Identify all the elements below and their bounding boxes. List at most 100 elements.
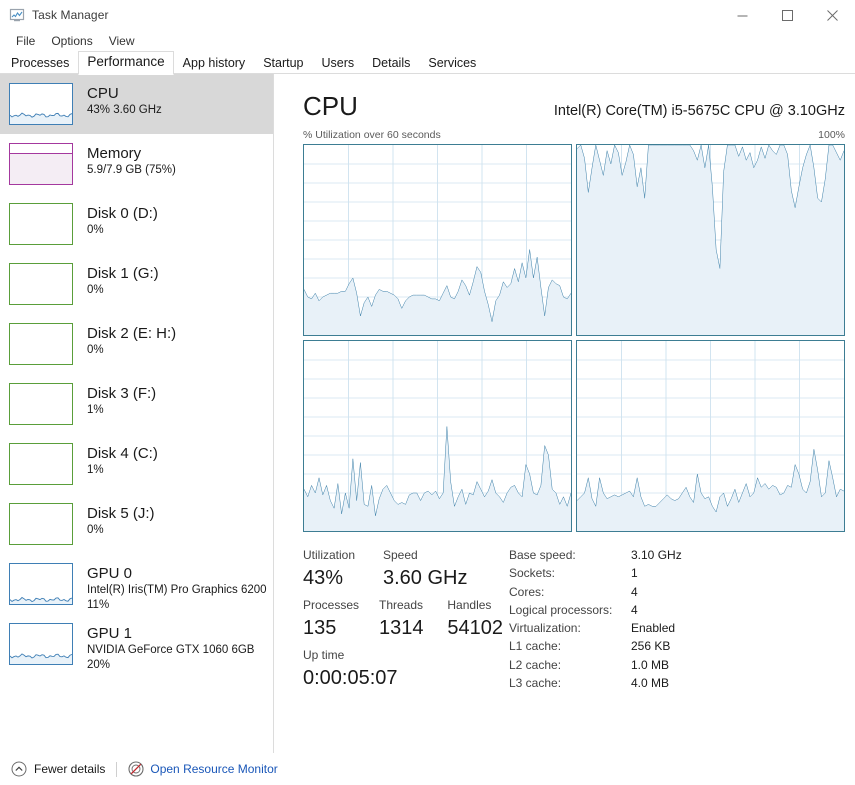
spec-label: Cores: xyxy=(509,584,545,599)
menu-item-view[interactable]: View xyxy=(101,32,143,50)
sidebar-item-value: 11% xyxy=(87,599,110,611)
sidebar-item-subtitle: Intel(R) Iris(TM) Pro Graphics 6200 xyxy=(87,584,267,596)
sidebar-item-title: CPU xyxy=(87,85,119,102)
stat-threads-value: 1314 xyxy=(378,617,424,639)
sidebar-thumbnail xyxy=(9,203,73,245)
cpu-graph-grid xyxy=(303,144,845,532)
spec-row: L2 cache: 1.0 MB xyxy=(509,656,682,674)
tab-strip: Processes Performance App history Startu… xyxy=(0,51,855,75)
window-title: Task Manager xyxy=(32,8,109,22)
sidebar-item-title: Disk 2 (E: H:) xyxy=(87,325,177,342)
stat-utilization-value: 43% xyxy=(303,567,344,589)
cpu-model-label: Intel(R) Core(TM) i5-5675C CPU @ 3.10GHz xyxy=(553,103,845,119)
tab-startup[interactable]: Startup xyxy=(254,53,312,74)
graph-axis-labels: % Utilization over 60 seconds 100% xyxy=(303,129,845,141)
menu-item-file[interactable]: File xyxy=(8,32,43,50)
page-title: CPU xyxy=(303,91,358,121)
graph-y-max-label: 100% xyxy=(818,129,845,141)
cpu-stats: Utilization 43% Speed 3.60 GHz Processes… xyxy=(303,546,845,696)
spec-label: L1 cache: xyxy=(509,639,562,654)
spec-row: Base speed: 3.10 GHz xyxy=(509,546,682,564)
sidebar-item-subtitle: 0% xyxy=(87,284,104,296)
stat-uptime-value: 0:00:05:07 xyxy=(303,667,398,689)
spec-label: L2 cache: xyxy=(509,657,562,672)
sidebar-item-title: Memory xyxy=(87,145,142,162)
sidebar-item-disk-4-c[interactable]: Disk 4 (C:) 1% xyxy=(0,434,273,494)
spec-value: Enabled xyxy=(631,621,676,636)
stat-processes: Processes 135 xyxy=(303,596,379,646)
sidebar-thumbnail xyxy=(9,503,73,545)
stat-handles: Handles 54102 xyxy=(447,596,503,646)
sidebar-thumbnail xyxy=(9,383,73,425)
maximize-icon[interactable] xyxy=(765,0,810,30)
tab-users[interactable]: Users xyxy=(313,53,364,74)
spec-row: Logical processors: 4 xyxy=(509,601,682,619)
spec-label: Logical processors: xyxy=(509,602,613,617)
spec-row: Virtualization: Enabled xyxy=(509,619,682,637)
sidebar-item-disk-3-f[interactable]: Disk 3 (F:) 1% xyxy=(0,374,273,434)
sidebar-item-disk-5-j[interactable]: Disk 5 (J:) 0% xyxy=(0,494,273,554)
sidebar-item-title: Disk 5 (J:) xyxy=(87,505,155,522)
sidebar-item-subtitle: NVIDIA GeForce GTX 1060 6GB xyxy=(87,644,255,656)
sidebar-item-subtitle: 1% xyxy=(87,464,104,476)
cpu-detail-panel: CPU Intel(R) Core(TM) i5-5675C CPU @ 3.1… xyxy=(274,74,855,753)
stat-speed-value: 3.60 GHz xyxy=(383,567,468,589)
sidebar-item-memory[interactable]: Memory 5.9/7.9 GB (75%) xyxy=(0,134,273,194)
spec-value: 4 xyxy=(631,602,638,617)
sidebar-item-subtitle: 5.9/7.9 GB (75%) xyxy=(87,164,176,176)
stat-processes-value: 135 xyxy=(303,617,337,639)
spec-value: 4.0 MB xyxy=(631,676,670,691)
open-resource-monitor-link[interactable]: Open Resource Monitor xyxy=(128,761,278,777)
tab-app-history[interactable]: App history xyxy=(174,53,255,74)
cpu-core-graph-1 xyxy=(576,144,845,336)
sidebar-item-disk-1-g[interactable]: Disk 1 (G:) 0% xyxy=(0,254,273,314)
sidebar-item-gpu-0[interactable]: GPU 0 Intel(R) Iris(TM) Pro Graphics 6200… xyxy=(0,554,273,614)
sidebar-thumbnail xyxy=(9,143,73,185)
sidebar-item-disk-2-e-h[interactable]: Disk 2 (E: H:) 0% xyxy=(0,314,273,374)
tab-processes[interactable]: Processes xyxy=(2,53,78,74)
sidebar-item-value: 20% xyxy=(87,659,111,671)
stat-handles-label: Handles xyxy=(447,598,492,612)
stat-uptime: Up time 0:00:05:07 xyxy=(303,646,503,692)
sidebar-item-title: GPU 0 xyxy=(87,565,133,582)
spec-label: Sockets: xyxy=(509,566,556,581)
menu-item-options[interactable]: Options xyxy=(43,32,100,50)
sidebar-thumbnail xyxy=(9,263,73,305)
chevron-up-circle-icon xyxy=(11,761,27,777)
cpu-core-graph-0 xyxy=(303,144,572,336)
sidebar-item-title: Disk 4 (C:) xyxy=(87,445,158,462)
title-bar: Task Manager xyxy=(0,0,855,30)
resource-sidebar[interactable]: CPU 43% 3.60 GHz Memory 5.9/7.9 GB (75%) Dis… xyxy=(0,74,274,753)
stat-handles-value: 54102 xyxy=(447,617,503,639)
graph-x-label: % Utilization over 60 seconds xyxy=(303,129,441,141)
footer-bar: Fewer details Open Resource Monitor xyxy=(0,753,855,785)
content-area: CPU 43% 3.60 GHz Memory 5.9/7.9 GB (75%) Dis… xyxy=(0,74,855,753)
spec-row: Sockets: 1 xyxy=(509,564,682,582)
tab-services[interactable]: Services xyxy=(419,53,485,74)
fewer-details-button[interactable]: Fewer details xyxy=(11,761,105,777)
sidebar-item-disk-0-d[interactable]: Disk 0 (D:) 0% xyxy=(0,194,273,254)
sidebar-thumbnail xyxy=(9,443,73,485)
spec-value: 1.0 MB xyxy=(631,657,670,672)
tab-performance[interactable]: Performance xyxy=(78,51,174,75)
tab-details[interactable]: Details xyxy=(363,53,419,74)
sidebar-item-gpu-1[interactable]: GPU 1 NVIDIA GeForce GTX 1060 6GB 20% xyxy=(0,614,273,674)
stat-row-utilization-speed: Utilization 43% Speed 3.60 GHz xyxy=(303,546,503,596)
sidebar-item-subtitle: 43% 3.60 GHz xyxy=(87,104,162,116)
sidebar-item-subtitle: 1% xyxy=(87,404,104,416)
resource-monitor-label: Open Resource Monitor xyxy=(150,762,278,776)
resource-monitor-icon xyxy=(128,761,144,777)
sidebar-item-subtitle: 0% xyxy=(87,344,104,356)
sidebar-item-cpu[interactable]: CPU 43% 3.60 GHz xyxy=(0,74,273,134)
fewer-details-label: Fewer details xyxy=(34,762,106,776)
spec-label: Base speed: xyxy=(509,548,576,562)
spec-label: Virtualization: xyxy=(509,621,581,636)
close-icon[interactable] xyxy=(810,0,855,30)
sidebar-thumbnail xyxy=(9,83,73,125)
sidebar-item-title: Disk 1 (G:) xyxy=(87,265,159,282)
minimize-icon[interactable] xyxy=(720,0,765,30)
cpu-spec-list: Base speed: 3.10 GHz Sockets: 1 Cores: 4 Logic… xyxy=(509,546,682,696)
stat-utilization-label: Utilization xyxy=(303,548,356,562)
sidebar-item-subtitle: 0% xyxy=(87,224,104,236)
stat-speed: Speed 3.60 GHz xyxy=(383,546,467,596)
